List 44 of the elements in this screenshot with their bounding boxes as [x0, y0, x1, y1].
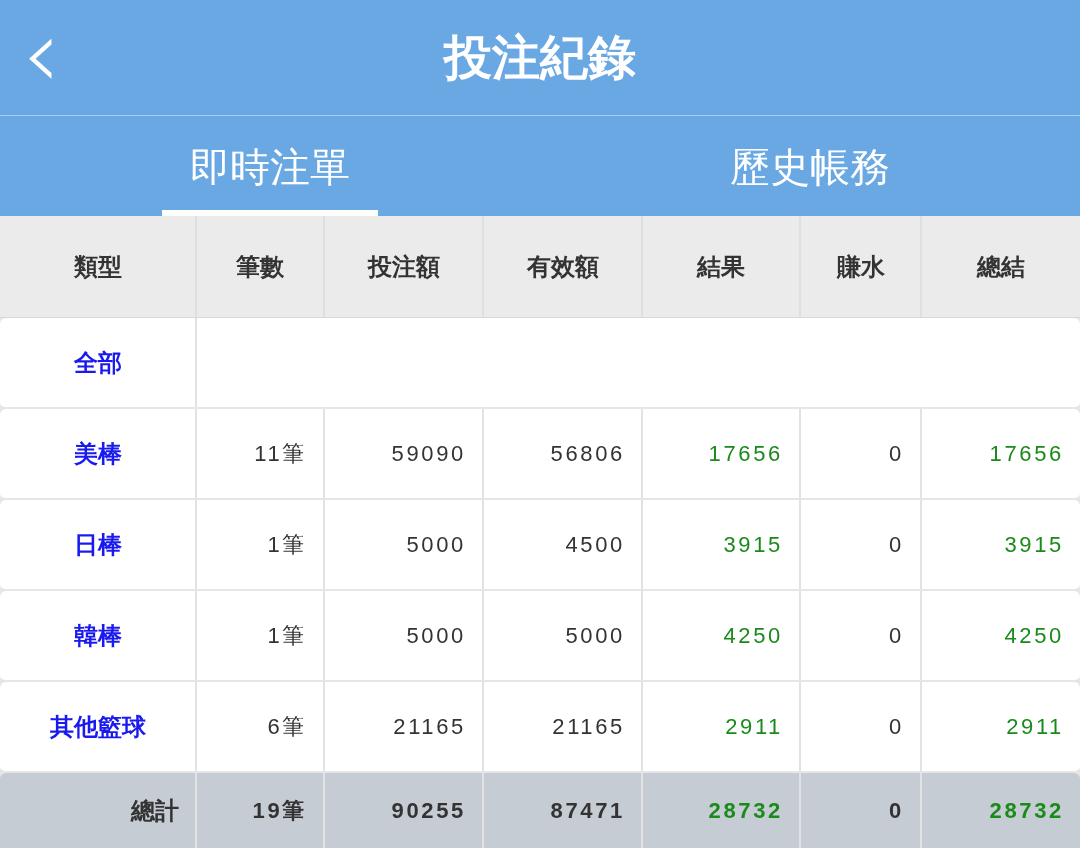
table-cell-text: 4250 — [723, 622, 783, 650]
table-cell-text: 4500 — [565, 531, 625, 559]
column-header: 筆數 — [236, 251, 284, 282]
table-cell-text: 17656 — [989, 440, 1064, 468]
column-header: 投注額 — [367, 251, 440, 282]
page-title: 投注紀錄 — [444, 29, 636, 86]
table-cell-text: 6筆 — [267, 713, 307, 741]
table-cell-text: 2911 — [1006, 713, 1064, 741]
total-label: 總計 — [131, 795, 179, 826]
table-cell-text: 0 — [889, 713, 904, 741]
category-link[interactable]: 日棒 — [73, 526, 122, 563]
column-header: 結果 — [697, 251, 745, 282]
table-cell-text: 19筆 — [252, 797, 307, 825]
category-link[interactable]: 韓棒 — [73, 617, 122, 654]
table-cell-text: 28732 — [989, 797, 1064, 825]
table-cell-text: 59090 — [391, 440, 466, 468]
table-cell-text: 56806 — [550, 440, 625, 468]
category-link[interactable]: 其他籃球 — [49, 708, 146, 745]
table-cell-text: 4250 — [1004, 622, 1064, 650]
table-cell-text: 0 — [889, 440, 904, 468]
column-header: 類型 — [73, 251, 122, 282]
table-cell-text: 2911 — [725, 713, 783, 741]
table-cell-text: 11筆 — [254, 440, 307, 468]
table-cell-text: 0 — [889, 622, 904, 650]
table-cell-text: 5000 — [406, 531, 466, 559]
category-link[interactable]: 美棒 — [73, 435, 122, 472]
category-link[interactable]: 全部 — [73, 344, 122, 381]
table-cell-text: 5000 — [565, 622, 625, 650]
table-cell-text: 3915 — [723, 531, 783, 559]
table-cell-text: 5000 — [406, 622, 466, 650]
table-cell-text: 1筆 — [267, 531, 307, 559]
column-header: 有效額 — [526, 251, 599, 282]
table-cell-text: 1筆 — [267, 622, 307, 650]
column-header: 總結 — [977, 251, 1025, 282]
table-cell-text: 0 — [889, 531, 904, 559]
table-cell-text: 17656 — [708, 440, 783, 468]
table-cell-text: 87471 — [550, 797, 625, 825]
column-header: 賺水 — [836, 251, 885, 282]
table-cell-text: 21165 — [393, 713, 466, 741]
table-cell-text: 3915 — [1004, 531, 1064, 559]
table-cell-text: 0 — [889, 797, 904, 825]
table-cell-text: 28732 — [708, 797, 783, 825]
table-cell-text: 21165 — [552, 713, 625, 741]
table-cell-text: 90255 — [391, 797, 466, 825]
